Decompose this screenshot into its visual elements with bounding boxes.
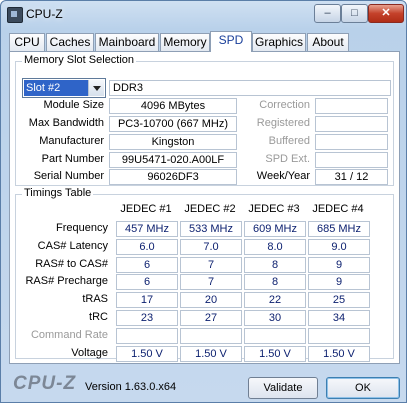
- timings-cell: 1.50 V: [244, 345, 306, 362]
- spd-ext-label: SPD Ext.: [265, 153, 310, 165]
- cpuz-app-icon: [7, 7, 23, 23]
- timings-cell: 23: [116, 310, 178, 326]
- week-year-field: 31 / 12: [315, 169, 388, 185]
- timings-row-label: Voltage: [71, 346, 108, 359]
- tab-mainboard[interactable]: Mainboard: [95, 33, 159, 51]
- slot-select[interactable]: Slot #2: [22, 78, 106, 98]
- timings-cell: 8.0: [244, 238, 306, 255]
- correction-label: Correction: [259, 99, 310, 111]
- timings-row-label: Frequency: [56, 222, 108, 234]
- memory-slot-group: Memory Slot Selection Slot #2 DDR3 Modul…: [15, 54, 394, 186]
- maximize-button[interactable]: □: [341, 4, 368, 23]
- tab-spd[interactable]: SPD: [210, 31, 252, 52]
- timings-group: Timings Table JEDEC #1 JEDEC #2 JEDEC #3 JE…: [15, 187, 394, 362]
- timings-column-header: JEDEC #2: [184, 203, 236, 215]
- timings-cell: 22: [244, 292, 306, 309]
- manufacturer-field: Kingston: [109, 134, 237, 150]
- max-bandwidth-field: PC3-10700 (667 MHz): [109, 116, 237, 132]
- window-title: CPU-Z: [26, 7, 63, 21]
- timings-row-label: RAS# to CAS#: [35, 257, 108, 270]
- timings-cell: 6: [116, 256, 178, 273]
- timings-cell: [308, 327, 370, 344]
- timings-cell: 7: [180, 274, 242, 291]
- module-size-label: Module Size: [43, 99, 104, 111]
- timings-cell: 9.0: [308, 238, 370, 255]
- spd-panel: Memory Slot Selection Slot #2 DDR3 Modul…: [9, 51, 400, 364]
- max-bandwidth-label: Max Bandwidth: [28, 117, 104, 129]
- timings-cell: 20: [180, 292, 242, 309]
- buffered-label: Buffered: [268, 135, 310, 147]
- week-year-label: Week/Year: [256, 170, 310, 182]
- timings-row-label: tRC: [89, 311, 108, 323]
- part-number-label: Part Number: [41, 153, 104, 165]
- timings-cell: 7.0: [180, 238, 242, 255]
- timings-row-label: CAS# Latency: [37, 239, 108, 252]
- timings-cell: 8: [244, 256, 306, 273]
- memory-slot-title: Memory Slot Selection: [22, 54, 137, 66]
- timings-cell: [244, 327, 306, 344]
- timings-column-header: JEDEC #1: [120, 203, 172, 215]
- timings-column-header: JEDEC #3: [248, 203, 300, 215]
- timings-cell: 1.50 V: [116, 345, 178, 362]
- timings-cell: 17: [116, 292, 178, 309]
- cpuz-window: CPU-Z – □ ✕ CPU Caches Mainboard Memory …: [0, 0, 407, 403]
- minimize-button[interactable]: –: [314, 4, 341, 23]
- ok-button[interactable]: OK: [326, 377, 400, 399]
- tab-memory[interactable]: Memory: [160, 33, 210, 51]
- version-label: Version 1.63.0.x64: [85, 381, 177, 393]
- timings-cell: 34: [308, 310, 370, 326]
- close-button[interactable]: ✕: [368, 4, 404, 23]
- buffered-field: [315, 134, 388, 150]
- timings-cell: 25: [308, 292, 370, 309]
- module-size-field: 4096 MBytes: [109, 98, 237, 114]
- timings-cell: 1.50 V: [180, 345, 242, 362]
- timings-cell: 27: [180, 310, 242, 326]
- memory-type-field: DDR3: [109, 80, 391, 96]
- timings-cell: 7: [180, 256, 242, 273]
- timings-row-label: tRAS: [82, 293, 108, 306]
- timings-cell: 1.50 V: [308, 345, 370, 362]
- validate-button[interactable]: Validate: [248, 377, 318, 399]
- serial-number-label: Serial Number: [33, 170, 104, 182]
- title-bar[interactable]: CPU-Z – □ ✕: [1, 1, 406, 27]
- registered-field: [315, 116, 388, 132]
- timings-column-header: JEDEC #4: [312, 203, 364, 215]
- timings-row-label: RAS# Precharge: [25, 275, 108, 288]
- timings-cell: 9: [308, 256, 370, 273]
- cpuz-logo: CPU-Z: [13, 373, 77, 394]
- spd-ext-field: [315, 152, 388, 168]
- timings-cell: 609 MHz: [244, 221, 306, 237]
- timings-cell: 9: [308, 274, 370, 291]
- timings-cell: 533 MHz: [180, 221, 242, 237]
- timings-cell: 30: [244, 310, 306, 326]
- tab-caches[interactable]: Caches: [46, 33, 94, 51]
- timings-cell: 457 MHz: [116, 221, 178, 237]
- timings-cell: [116, 327, 178, 344]
- timings-row-label: Command Rate: [30, 328, 108, 341]
- part-number-field: 99U5471-020.A00LF: [109, 152, 237, 168]
- timings-title: Timings Table: [22, 187, 94, 199]
- chevron-down-icon[interactable]: [88, 80, 104, 96]
- timings-cell: [180, 327, 242, 344]
- serial-number-field: 96026DF3: [109, 169, 237, 185]
- manufacturer-label: Manufacturer: [39, 135, 104, 147]
- tab-cpu[interactable]: CPU: [9, 33, 45, 51]
- timings-cell: 685 MHz: [308, 221, 370, 237]
- tab-about[interactable]: About: [307, 33, 349, 51]
- timings-cell: 8: [244, 274, 306, 291]
- timings-cell: 6: [116, 274, 178, 291]
- tab-graphics[interactable]: Graphics: [252, 33, 306, 51]
- slot-select-value: Slot #2: [24, 80, 88, 96]
- timings-cell: 6.0: [116, 238, 178, 255]
- correction-field: [315, 98, 388, 114]
- registered-label: Registered: [256, 117, 310, 129]
